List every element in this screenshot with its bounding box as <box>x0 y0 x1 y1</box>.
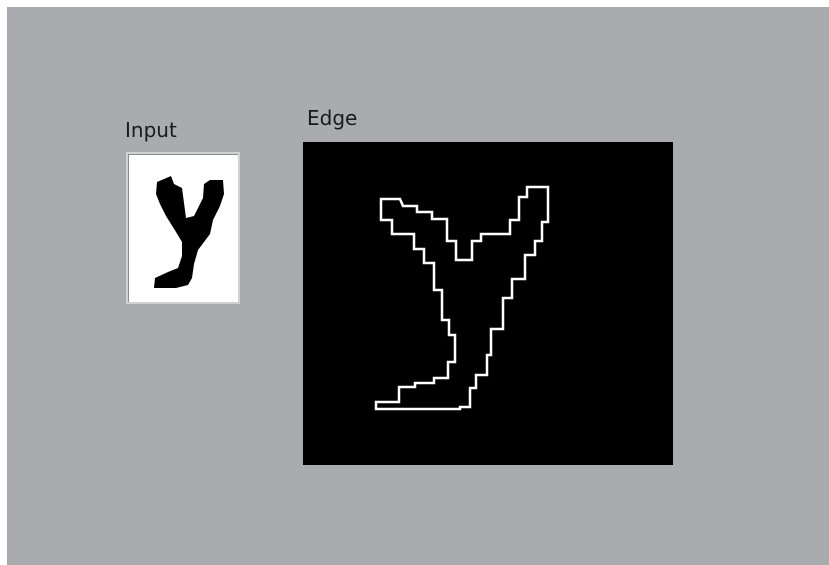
edge-outline <box>374 185 550 411</box>
input-glyph <box>154 176 224 288</box>
input-label: Input <box>125 118 177 142</box>
main-panel: Input Edge <box>7 7 829 565</box>
edge-image <box>303 142 673 465</box>
input-image <box>126 152 240 304</box>
edge-label: Edge <box>307 106 358 130</box>
